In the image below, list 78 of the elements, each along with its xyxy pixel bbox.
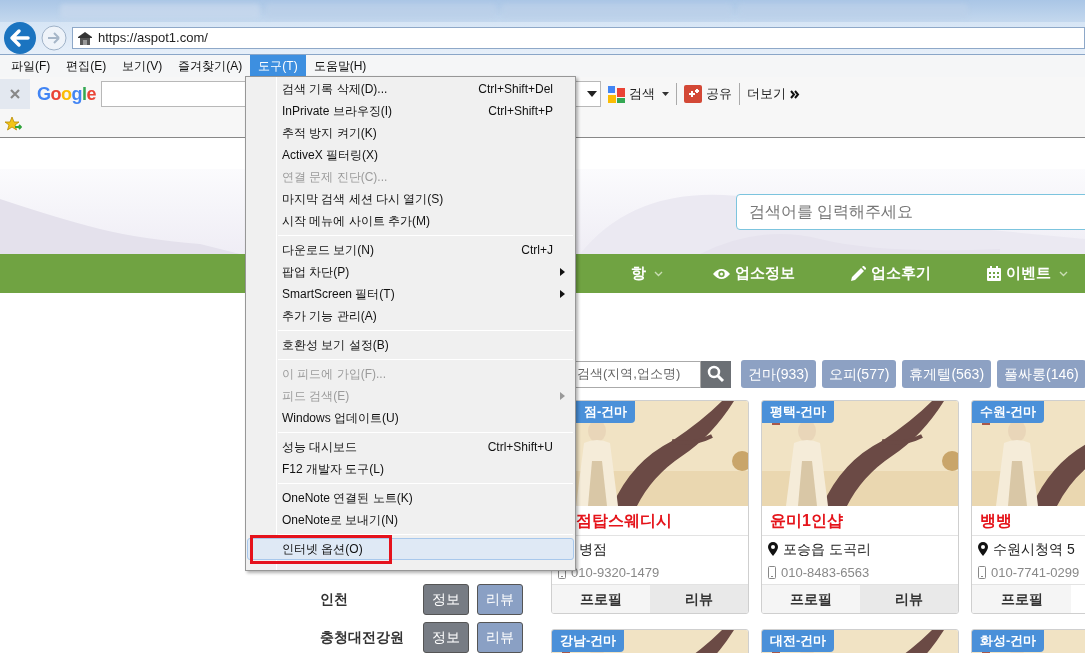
favorites-star-icon[interactable] xyxy=(4,116,22,132)
category-badge: 대전-건마 xyxy=(762,630,835,652)
search-button[interactable] xyxy=(701,360,731,388)
review-button[interactable]: 리뷰 xyxy=(650,585,748,613)
caret-icon xyxy=(662,92,670,96)
category-badge: 점-건마 xyxy=(576,401,636,423)
info-button[interactable]: 정보 xyxy=(423,583,469,615)
search-field[interactable]: 검색어를 입력해주세요 xyxy=(736,194,1085,230)
close-icon[interactable] xyxy=(0,79,30,109)
phone-text: 010-7741-0299 xyxy=(991,563,1080,582)
phone-text: 010-8483-6563 xyxy=(781,563,870,582)
menu-bar-item[interactable]: 즐겨찾기(A) xyxy=(170,55,251,77)
menu-item[interactable]: InPrivate 브라우징(I) Ctrl+Shift+P xyxy=(247,100,574,122)
menu-item[interactable]: 추적 방지 켜기(K) xyxy=(247,122,574,144)
category-badge: 화성-건마 xyxy=(972,630,1045,652)
region-name: 인천 xyxy=(320,589,349,609)
location-text: 병점 xyxy=(579,539,607,559)
location-text: 포승읍 도곡리 xyxy=(783,539,871,559)
category-badge: 강남-건마 xyxy=(552,630,625,652)
menu-item[interactable]: ActiveX 필터링(X) xyxy=(247,144,574,166)
chevron-down-icon xyxy=(654,270,663,277)
menu-bar-item[interactable]: 파일(F) xyxy=(3,55,59,77)
region-name: 충청대전강원 xyxy=(320,627,405,647)
info-button[interactable]: 정보 xyxy=(423,621,469,653)
calendar-icon xyxy=(987,266,1001,281)
category-badge: 평택-건마 xyxy=(762,401,835,423)
map-pin-icon xyxy=(978,542,988,556)
shortcut-text: Ctrl+Shift+U xyxy=(487,439,553,456)
menu-item[interactable]: SmartScreen 필터(T) xyxy=(247,283,574,305)
shop-title: 뱅뱅 xyxy=(972,506,1085,536)
menu-bar-item[interactable]: 보기(V) xyxy=(114,55,171,77)
toolbar-button[interactable]: 검색 xyxy=(604,81,674,107)
url-text: https://aspot1.com/ xyxy=(98,29,208,48)
menu-item[interactable]: 추가 기능 관리(A) xyxy=(247,305,574,327)
toolbar-button[interactable]: 더보기 xyxy=(743,81,805,107)
google-search-icon xyxy=(608,85,626,103)
location-text: 수원시청역 5 xyxy=(993,539,1075,559)
shop-card[interactable]: 수원-건마 뱅뱅 수원시청역 5 010-7741-0299 프로필 xyxy=(971,400,1085,614)
category-badge: 수원-건마 xyxy=(972,401,1045,423)
menu-item[interactable]: 팝업 차단(P) xyxy=(247,261,574,283)
toolbar-button[interactable]: 공유 xyxy=(680,81,737,107)
house-icon xyxy=(77,31,93,45)
google-logo: Google xyxy=(37,82,97,106)
menu-item[interactable]: 검색 기록 삭제(D)... Ctrl+Shift+Del xyxy=(247,78,574,100)
pencil-icon xyxy=(851,266,866,281)
menu-item[interactable]: 인터넷 옵션(O) xyxy=(247,538,574,560)
review-button[interactable]: 리뷰 xyxy=(860,585,958,613)
shortcut-text: Ctrl+J xyxy=(521,242,553,259)
shop-title: 윤미1인샵 xyxy=(762,506,958,536)
menu-bar-item[interactable]: 도움말(H) xyxy=(305,55,375,77)
back-button[interactable] xyxy=(3,21,37,55)
shop-card[interactable]: 점-건마 점탑스웨디시 병점 010-9320-1479 프로필 리뷰 xyxy=(551,400,749,614)
placeholder-text: 검색(지역,업소명) xyxy=(577,365,681,384)
shortcut-text: Ctrl+Shift+P xyxy=(488,103,553,120)
search-icon xyxy=(707,365,725,383)
profile-button[interactable]: 프로필 xyxy=(762,585,860,613)
phone-icon xyxy=(978,566,986,579)
submenu-arrow-icon xyxy=(560,268,565,276)
shop-card[interactable]: 평택-건마 윤미1인샵 포승읍 도곡리 010-8483-6563 프로필 리뷰 xyxy=(761,400,959,614)
map-pin-icon xyxy=(768,542,778,556)
menu-item[interactable]: 다운로드 보기(N) Ctrl+J xyxy=(247,239,574,261)
menu-bar-item[interactable]: 편집(E) xyxy=(58,55,115,77)
submenu-arrow-icon xyxy=(560,290,565,298)
eye-icon xyxy=(713,267,730,280)
caret-icon[interactable] xyxy=(587,91,598,97)
submenu-arrow-icon xyxy=(560,392,565,400)
menu-item[interactable]: 호환성 보기 설정(B) xyxy=(247,334,574,356)
chevron-down-icon xyxy=(1059,270,1068,277)
menu-item[interactable]: 마지막 검색 세션 다시 열기(S) xyxy=(247,188,574,210)
profile-button[interactable]: 프로필 xyxy=(972,585,1071,613)
phone-icon xyxy=(768,566,776,579)
phone-text: 010-9320-1479 xyxy=(571,563,660,582)
shortcut-text: Ctrl+Shift+Del xyxy=(478,81,553,98)
menu-item[interactable]: 시작 메뉴에 사이트 추가(M) xyxy=(247,210,574,232)
google-plus-icon xyxy=(684,85,703,103)
chevrons-icon xyxy=(790,89,801,99)
profile-button[interactable]: 프로필 xyxy=(552,585,650,613)
address-field[interactable]: https://aspot1.com/ xyxy=(72,27,1085,49)
